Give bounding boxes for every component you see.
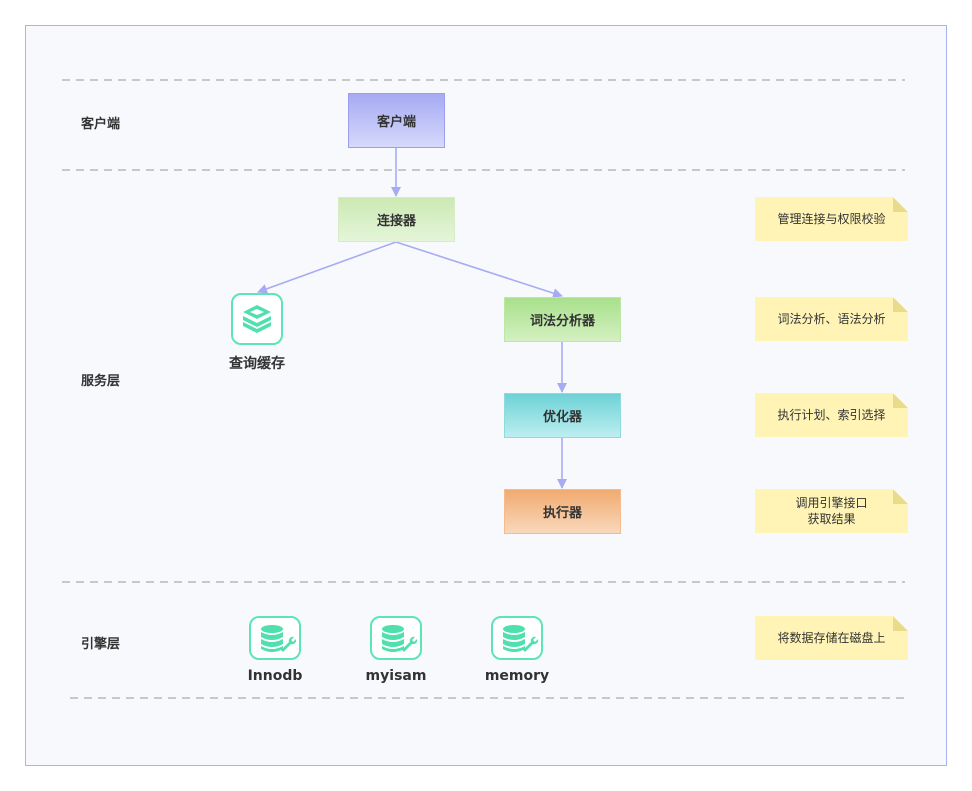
- note-text: 管理连接与权限校验: [777, 212, 886, 226]
- layer-label-service: 服务层: [81, 374, 121, 389]
- note-text: 词法分析、语法分析: [777, 312, 886, 326]
- arrow-connector-cache: [257, 241, 397, 294]
- note-engine: 将数据存储在磁盘上: [755, 616, 908, 660]
- engine-label-myisam: myisam: [365, 668, 427, 684]
- parser-node: 词法分析器: [504, 297, 621, 342]
- optimizer-node: 优化器: [504, 393, 621, 438]
- arrow-connector-parser: [395, 241, 563, 298]
- client-node: 客户端: [348, 93, 445, 148]
- executor-node: 执行器: [504, 489, 621, 534]
- note-text: 将数据存储在磁盘上: [777, 631, 886, 645]
- note-executor: 调用引擎接口 获取结果: [755, 489, 908, 533]
- note-text: 获取结果: [807, 512, 856, 526]
- layer-label-engine: 引擎层: [81, 637, 121, 652]
- note-connector: 管理连接与权限校验: [755, 197, 908, 241]
- note-parser: 词法分析、语法分析: [755, 297, 908, 341]
- cache-label: 查询缓存: [229, 356, 285, 372]
- database-icon: [370, 616, 422, 660]
- connector-node: 连接器: [338, 197, 455, 242]
- cache-stack-icon: [231, 293, 283, 345]
- engine-label-memory: memory: [484, 668, 550, 684]
- note-text: 调用引擎接口: [795, 496, 868, 510]
- note-optimizer: 执行计划、索引选择: [755, 393, 908, 437]
- engine-label-innodb: Innodb: [247, 668, 303, 684]
- layer-label-client: 客户端: [81, 117, 121, 132]
- database-icon: [249, 616, 301, 660]
- note-text: 执行计划、索引选择: [777, 408, 886, 422]
- database-icon: [491, 616, 543, 660]
